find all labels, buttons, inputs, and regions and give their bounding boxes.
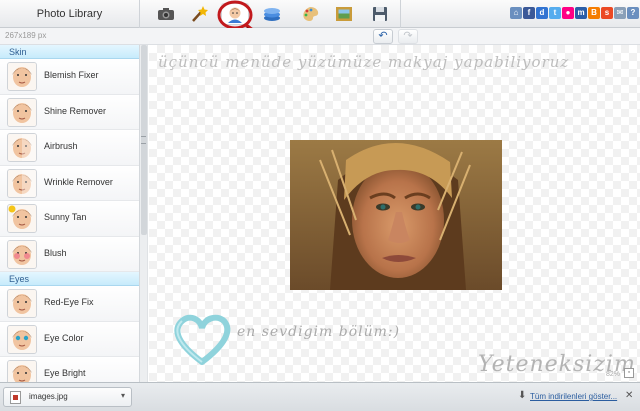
- image-file-icon: [10, 391, 21, 404]
- photo-editor-window: Photo Library ⌂ f d t ● m B s ✉ ? 267x18…: [0, 0, 640, 411]
- touchup-panel: Skin Blemish Fixer Shine Remover Airbrush Wr…: [0, 45, 140, 382]
- panel-item-label: Eye Color: [44, 332, 84, 343]
- frame-tool-button[interactable]: [330, 3, 358, 25]
- flickr-icon[interactable]: ●: [562, 7, 574, 19]
- undo-icon: ↶: [378, 30, 388, 42]
- panel-item-label: Wrinkle Remover: [44, 176, 113, 187]
- myspace-icon[interactable]: m: [575, 7, 587, 19]
- magic-wand-icon: [192, 6, 208, 22]
- sunny-tan-icon: [7, 204, 37, 233]
- panel-item-eye-bright[interactable]: Eye Bright: [0, 357, 139, 382]
- fit-view-button[interactable]: ▫: [624, 368, 634, 378]
- download-file-name: images.jpg: [29, 392, 68, 401]
- delicious-icon[interactable]: d: [536, 7, 548, 19]
- panel-item-label: Shine Remover: [44, 105, 107, 116]
- camera-tool-button[interactable]: [152, 3, 180, 25]
- twitter-icon[interactable]: t: [549, 7, 561, 19]
- camera-icon: [158, 8, 174, 20]
- sub-toolbar: 267x189 px ↶ ↷: [0, 28, 640, 45]
- red-eye-fix-icon: [7, 289, 37, 318]
- eye-bright-icon: [7, 360, 37, 382]
- facebook-icon[interactable]: f: [523, 7, 535, 19]
- download-bar: images.jpg ▾ ⬇ Tüm indirilenleri göster.…: [0, 382, 640, 411]
- wrinkle-remover-icon: [7, 168, 37, 198]
- layers-tool-button[interactable]: [258, 3, 286, 25]
- effects-tool-button[interactable]: [185, 3, 213, 25]
- edited-photo: [290, 140, 502, 290]
- panel-item-wrinkle-remover[interactable]: Wrinkle Remover: [0, 165, 139, 201]
- shine-remover-icon: [7, 97, 37, 127]
- love-text: en sevdigim bölüm:): [237, 324, 401, 340]
- panel-item-label: Red-Eye Fix: [44, 297, 94, 307]
- panel-item-sunny-tan[interactable]: Sunny Tan: [0, 201, 139, 237]
- redo-icon: ↷: [403, 30, 413, 42]
- panel-item-label: Airbrush: [44, 141, 78, 151]
- panel-resize-grip[interactable]: [141, 136, 146, 144]
- panel-item-eye-color[interactable]: Eye Color: [0, 321, 139, 357]
- heart-icon: [174, 314, 231, 365]
- airbrush-icon: [7, 133, 37, 162]
- stumbleupon-icon[interactable]: s: [601, 7, 613, 19]
- help-icon[interactable]: ?: [627, 7, 639, 19]
- panel-item-label: Sunny Tan: [44, 212, 87, 222]
- section-header-skin[interactable]: Skin: [0, 45, 139, 59]
- fit-view-icon: ▫: [627, 369, 631, 376]
- frame-icon: [336, 7, 352, 21]
- panel-item-red-eye-fix[interactable]: Red-Eye Fix: [0, 286, 139, 322]
- panel-item-shine-remover[interactable]: Shine Remover: [0, 94, 139, 130]
- palette-icon: [303, 7, 319, 22]
- zoom-level: 82%: [606, 371, 621, 378]
- image-dimensions: 267x189 px: [5, 31, 47, 40]
- toolbar-divider: [400, 0, 401, 28]
- download-arrow-icon: ⬇: [518, 390, 527, 401]
- close-icon[interactable]: ✕: [625, 390, 633, 401]
- eye-color-icon: [7, 324, 37, 354]
- panel-item-blemish-fixer[interactable]: Blemish Fixer: [0, 59, 139, 95]
- save-tool-button[interactable]: [366, 3, 394, 25]
- panel-item-label: Eye Bright: [44, 368, 86, 378]
- main-toolbar: Photo Library ⌂ f d t ● m B s ✉ ?: [0, 0, 640, 48]
- redo-button[interactable]: ↷: [398, 29, 418, 44]
- home-icon[interactable]: ⌂: [510, 7, 522, 19]
- mail-icon[interactable]: ✉: [614, 7, 626, 19]
- panel-scrollbar[interactable]: [140, 45, 148, 382]
- blogger-icon[interactable]: B: [588, 7, 600, 19]
- blemish-fixer-icon: [7, 62, 37, 91]
- panel-item-blush[interactable]: Blush: [0, 236, 139, 272]
- panel-item-label: Blush: [44, 247, 67, 258]
- layers-icon: [264, 8, 280, 21]
- blush-icon: [7, 239, 37, 269]
- palette-tool-button[interactable]: [296, 3, 324, 25]
- chevron-down-icon[interactable]: ▾: [121, 391, 125, 400]
- panel-item-airbrush[interactable]: Airbrush: [0, 130, 139, 166]
- show-all-downloads-link[interactable]: Tüm indirilenleri göster...: [530, 392, 617, 401]
- caption-text: üçüncü menüde yüzümüze makyaj yapabiliyo…: [158, 53, 570, 71]
- panel-item-label: Blemish Fixer: [44, 70, 99, 80]
- download-item[interactable]: images.jpg ▾: [3, 387, 132, 407]
- save-icon: [373, 7, 387, 21]
- photo-library-tab[interactable]: Photo Library: [0, 0, 140, 28]
- undo-button[interactable]: ↶: [373, 29, 393, 44]
- section-header-eyes[interactable]: Eyes: [0, 272, 139, 286]
